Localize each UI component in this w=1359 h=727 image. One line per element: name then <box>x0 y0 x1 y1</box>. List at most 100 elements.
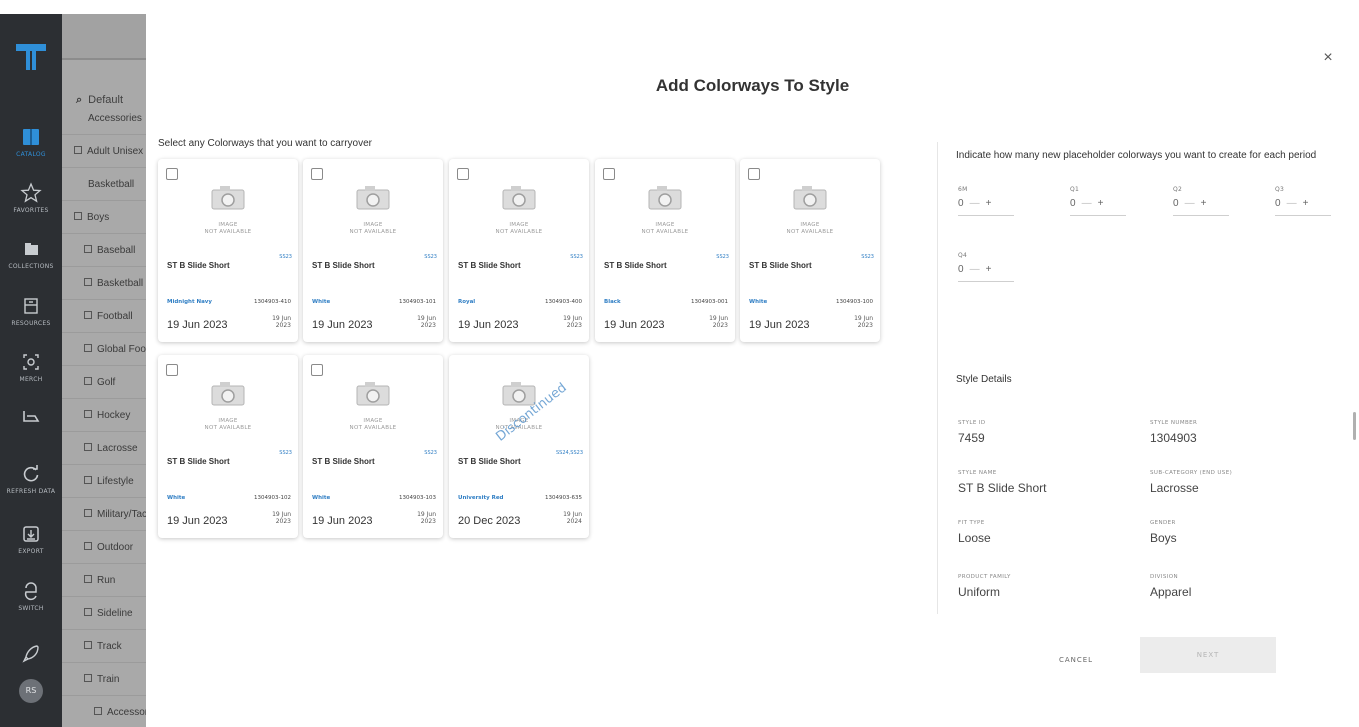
plus-icon[interactable]: + <box>1201 198 1207 209</box>
carryover-instruction: Select any Colorways that you want to ca… <box>158 138 372 149</box>
style-name: ST B Slide Short <box>749 261 812 270</box>
category-item[interactable]: Accessories <box>62 696 146 727</box>
category-item[interactable]: Track <box>62 630 146 663</box>
stepper-value[interactable]: 0 <box>1173 198 1179 209</box>
next-button[interactable]: NEXT <box>1140 637 1276 673</box>
stepper-value[interactable]: 0 <box>958 264 964 275</box>
category-item[interactable]: Sideline <box>62 597 146 630</box>
image-placeholder-line: NOT AVAILABLE <box>786 229 834 235</box>
small-date-line: 2023 <box>857 322 873 329</box>
category-item[interactable]: Basketball <box>62 168 146 201</box>
minus-icon[interactable]: — <box>1287 198 1297 209</box>
category-item[interactable]: Military/Tactical <box>62 498 146 531</box>
nav-hanger[interactable] <box>0 405 62 427</box>
colorway-checkbox[interactable] <box>311 364 323 376</box>
category-item-label: Outdoor <box>97 542 134 553</box>
nav-resources[interactable]: RESOURCES <box>0 295 62 327</box>
colorway-checkbox[interactable] <box>748 168 760 180</box>
camera-icon <box>356 382 390 406</box>
image-placeholder-line: IMAGE <box>655 222 675 228</box>
colorway-small-date: 19 Jun 2023 <box>408 511 436 525</box>
nav-refresh-data[interactable]: REFRESH DATA <box>0 463 62 495</box>
style-details-title: Style Details <box>956 374 1012 385</box>
nav-export[interactable]: EXPORT <box>0 523 62 555</box>
nav-switch[interactable]: SWITCH <box>0 580 62 612</box>
quantity-stepper[interactable]: 0 — + <box>958 198 1014 216</box>
category-item-label: Baseball <box>97 245 136 256</box>
season-code: SS23 <box>279 254 292 260</box>
stepper-value[interactable]: 0 <box>1275 198 1281 209</box>
top-strip <box>0 0 1359 14</box>
nav-merch[interactable]: MERCH <box>0 351 62 383</box>
minus-icon[interactable]: — <box>1082 198 1092 209</box>
category-item[interactable]: Global Football <box>62 333 146 366</box>
details-scrollbar[interactable] <box>1353 412 1356 440</box>
quantity-stepper[interactable]: 0 — + <box>958 264 1014 282</box>
nav-catalog-label: CATALOG <box>16 151 46 158</box>
category-item[interactable]: Accessories <box>62 102 146 135</box>
plus-icon[interactable]: + <box>986 264 992 275</box>
nav-rocket[interactable] <box>0 642 62 664</box>
category-item[interactable]: Hockey <box>62 399 146 432</box>
minus-icon[interactable]: — <box>970 264 980 275</box>
colorway-checkbox[interactable] <box>311 168 323 180</box>
avatar[interactable]: RS <box>19 679 43 703</box>
colorway-checkbox[interactable] <box>457 168 469 180</box>
quantity-stepper[interactable]: 0 — + <box>1070 198 1126 216</box>
nav-export-label: EXPORT <box>18 548 44 555</box>
stepper-value[interactable]: 0 <box>1070 198 1076 209</box>
colorway-checkbox[interactable] <box>166 364 178 376</box>
category-item[interactable]: Train <box>62 663 146 696</box>
image-placeholder-line: IMAGE <box>218 222 238 228</box>
colorway-small-date: 19 Jun 2023 <box>263 511 291 525</box>
cancel-button[interactable]: CANCEL <box>1036 650 1116 670</box>
colorway-card[interactable]: IMAGE NOT AVAILABLE SS23 ST B Slide Short… <box>740 159 880 342</box>
collapse-icon <box>74 212 82 221</box>
colorway-card[interactable]: IMAGE NOT AVAILABLE SS23 ST B Slide Short… <box>449 159 589 342</box>
category-item[interactable]: Lifestyle <box>62 465 146 498</box>
category-item[interactable]: Lacrosse <box>62 432 146 465</box>
nav-catalog[interactable]: CATALOG <box>0 126 62 158</box>
category-item[interactable]: Baseball <box>62 234 146 267</box>
plus-icon[interactable]: + <box>1098 198 1104 209</box>
colorway-card[interactable]: IMAGE NOT AVAILABLE SS23 ST B Slide Short… <box>158 159 298 342</box>
quantity-stepper[interactable]: 0 — + <box>1275 198 1331 216</box>
category-item[interactable]: Golf <box>62 366 146 399</box>
category-item[interactable]: Basketball <box>62 267 146 300</box>
category-item[interactable]: Football <box>62 300 146 333</box>
category-item-label: Military/Tactical <box>97 509 146 520</box>
field-label: STYLE ID <box>958 420 986 426</box>
colorway-checkbox[interactable] <box>166 168 178 180</box>
camera-icon <box>648 186 682 210</box>
expand-icon <box>84 608 92 617</box>
minus-icon[interactable]: — <box>1185 198 1195 209</box>
category-item[interactable]: Run <box>62 564 146 597</box>
expand-icon <box>84 575 92 584</box>
minus-icon[interactable]: — <box>970 198 980 209</box>
field-label: STYLE NUMBER <box>1150 420 1198 426</box>
stepper-value[interactable]: 0 <box>958 198 964 209</box>
category-item[interactable]: Outdoor <box>62 531 146 564</box>
image-placeholder: IMAGE NOT AVAILABLE <box>303 418 443 432</box>
plus-icon[interactable]: + <box>986 198 992 209</box>
brand-logo[interactable] <box>14 42 48 72</box>
quantity-stepper[interactable]: 0 — + <box>1173 198 1229 216</box>
colorway-color: University Red <box>458 495 504 501</box>
colorway-card[interactable]: IMAGE NOT AVAILABLE SS23 ST B Slide Short… <box>158 355 298 538</box>
nav-favorites[interactable]: FAVORITES <box>0 182 62 214</box>
category-item[interactable]: Boys <box>62 201 146 234</box>
plus-icon[interactable]: + <box>1303 198 1309 209</box>
colorway-card[interactable]: IMAGE NOT AVAILABLE SS23 ST B Slide Short… <box>595 159 735 342</box>
colorway-card-discontinued[interactable]: IMAGE NOT AVAILABLE Discontinued SS24,SS2… <box>449 355 589 538</box>
style-name: ST B Slide Short <box>312 261 375 270</box>
colorway-number: 1304903-635 <box>545 495 582 501</box>
category-item[interactable]: Adult Unisex <box>62 135 146 168</box>
colorway-card[interactable]: IMAGE NOT AVAILABLE SS23 ST B Slide Short… <box>303 355 443 538</box>
nav-collections[interactable]: COLLECTIONS <box>0 238 62 270</box>
colorway-checkbox[interactable] <box>603 168 615 180</box>
category-item-label: Golf <box>97 377 116 388</box>
colorway-card[interactable]: IMAGE NOT AVAILABLE SS23 ST B Slide Short… <box>303 159 443 342</box>
fit-type-field: FIT TYPE Loose <box>958 520 1138 545</box>
camera-icon <box>793 186 827 210</box>
close-icon[interactable]: × <box>1320 50 1336 66</box>
